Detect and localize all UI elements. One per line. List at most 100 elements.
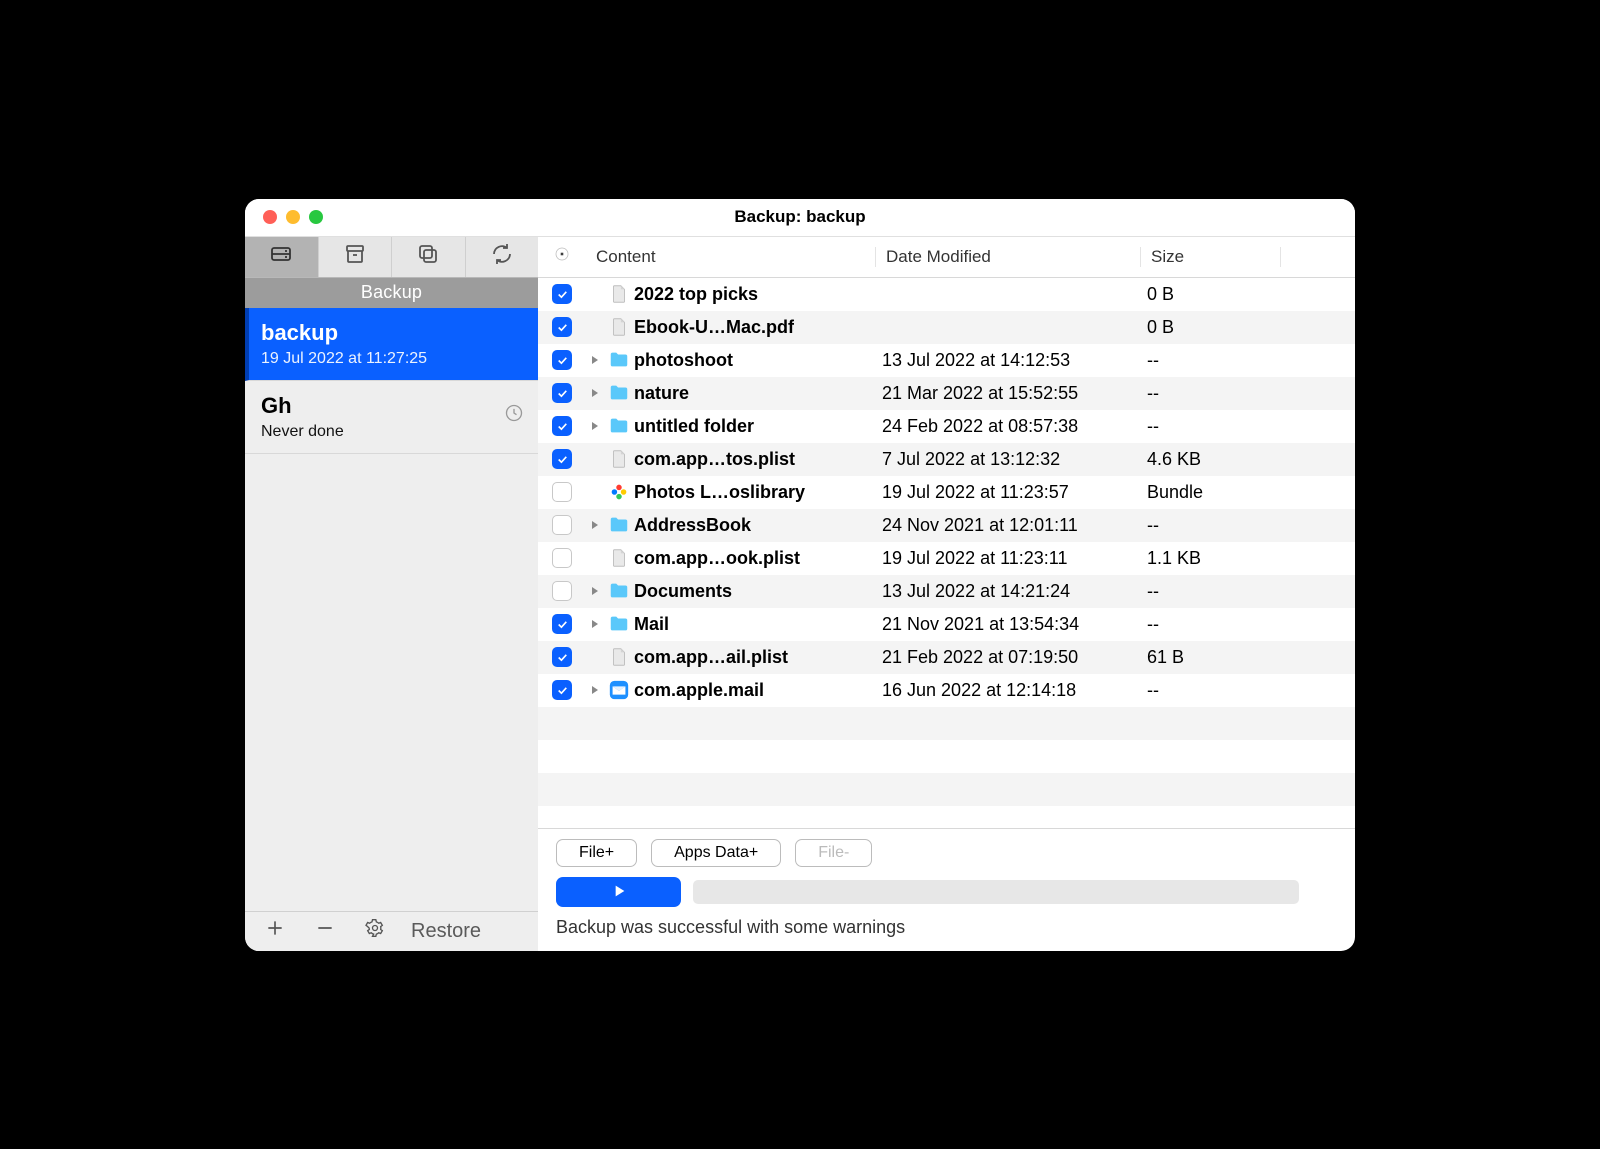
minus-icon [315, 918, 335, 944]
chevron-right-icon[interactable] [586, 619, 604, 629]
log-button[interactable] [1311, 879, 1337, 905]
row-date: 21 Mar 2022 at 15:52:55 [876, 383, 1141, 404]
drawer-icon [269, 242, 293, 272]
close-window-button[interactable] [263, 210, 277, 224]
row-name: Ebook-U…Mac.pdf [634, 317, 794, 338]
row-size: -- [1141, 614, 1281, 635]
chevron-right-icon[interactable] [586, 421, 604, 431]
progress-bar [693, 880, 1299, 904]
row-checkbox[interactable] [552, 383, 572, 403]
table-row[interactable]: Mail21 Nov 2021 at 13:54:34-- [538, 608, 1355, 641]
row-date: 19 Jul 2022 at 11:23:11 [876, 548, 1141, 569]
table-row[interactable]: Photos L…oslibrary19 Jul 2022 at 11:23:5… [538, 476, 1355, 509]
sidebar-item-name: backup [261, 320, 522, 346]
row-checkbox[interactable] [552, 317, 572, 337]
row-checkbox[interactable] [552, 449, 572, 469]
apps-data-plus-button[interactable]: Apps Data+ [651, 839, 781, 867]
sidebar-footer: Restore [245, 911, 538, 951]
row-name: nature [634, 383, 689, 404]
folder-icon [608, 349, 630, 371]
file-minus-button: File- [795, 839, 872, 867]
target-icon [553, 245, 571, 268]
table-row[interactable]: com.app…tos.plist7 Jul 2022 at 13:12:324… [538, 443, 1355, 476]
table-row[interactable]: Ebook-U…Mac.pdf 0 B [538, 311, 1355, 344]
file-icon [608, 316, 630, 338]
photos-icon [608, 481, 630, 503]
chevron-right-icon[interactable] [586, 355, 604, 365]
row-size: -- [1141, 581, 1281, 602]
content-footer: File+ Apps Data+ File- Backup was succes… [538, 828, 1355, 951]
content-pane: Content Date Modified Size 2022 top pick… [538, 237, 1355, 951]
table-row[interactable]: 2022 top picks 0 B [538, 278, 1355, 311]
table-row [538, 707, 1355, 740]
row-checkbox[interactable] [552, 581, 572, 601]
row-checkbox[interactable] [552, 680, 572, 700]
zoom-window-button[interactable] [309, 210, 323, 224]
restore-button[interactable]: Restore [411, 920, 481, 943]
column-size[interactable]: Size [1141, 247, 1281, 267]
sidebar-item[interactable]: GhNever done [245, 381, 538, 454]
tab-sync[interactable] [466, 237, 539, 277]
chevron-right-icon[interactable] [586, 520, 604, 530]
sidebar-item-subtitle: 19 Jul 2022 at 11:27:25 [261, 350, 522, 368]
folder-icon [608, 613, 630, 635]
table-row [538, 773, 1355, 806]
row-size: -- [1141, 416, 1281, 437]
mailapp-icon [608, 679, 630, 701]
file-plus-button[interactable]: File+ [556, 839, 637, 867]
table-row[interactable]: nature21 Mar 2022 at 15:52:55-- [538, 377, 1355, 410]
row-name: com.app…ail.plist [634, 647, 788, 668]
play-icon [611, 879, 627, 905]
settings-button[interactable] [355, 915, 395, 947]
row-size: 0 B [1141, 317, 1281, 338]
table-row[interactable]: com.app…ail.plist21 Feb 2022 at 07:19:50… [538, 641, 1355, 674]
row-name: AddressBook [634, 515, 751, 536]
row-checkbox[interactable] [552, 614, 572, 634]
titlebar: Backup: backup [245, 199, 1355, 237]
chevron-right-icon[interactable] [586, 586, 604, 596]
tab-archive[interactable] [319, 237, 393, 277]
add-button[interactable] [255, 915, 295, 947]
table-row[interactable]: photoshoot13 Jul 2022 at 14:12:53-- [538, 344, 1355, 377]
schedule-button[interactable] [1311, 915, 1337, 941]
sidebar-item[interactable]: backup 19 Jul 2022 at 11:27:25 [245, 308, 538, 381]
row-checkbox[interactable] [552, 416, 572, 436]
row-name: com.app…ook.plist [634, 548, 800, 569]
minimize-window-button[interactable] [286, 210, 300, 224]
column-date[interactable]: Date Modified [876, 247, 1141, 267]
row-size: -- [1141, 680, 1281, 701]
row-name: 2022 top picks [634, 284, 758, 305]
row-name: Documents [634, 581, 732, 602]
sidebar-item-subtitle: Never done [261, 423, 522, 441]
column-checkbox[interactable] [538, 245, 586, 268]
row-date: 24 Nov 2021 at 12:01:11 [876, 515, 1141, 536]
column-content[interactable]: Content [586, 247, 876, 267]
plus-icon [265, 918, 285, 944]
row-date: 19 Jul 2022 at 11:23:57 [876, 482, 1141, 503]
row-checkbox[interactable] [552, 482, 572, 502]
row-name: untitled folder [634, 416, 754, 437]
chevron-right-icon[interactable] [586, 388, 604, 398]
table-row[interactable]: Documents13 Jul 2022 at 14:21:24-- [538, 575, 1355, 608]
file-icon [608, 547, 630, 569]
row-size: 0 B [1141, 284, 1281, 305]
file-icon [608, 283, 630, 305]
table-row[interactable]: com.app…ook.plist 19 Jul 2022 at 11:23:11… [538, 542, 1355, 575]
table-row[interactable]: AddressBook24 Nov 2021 at 12:01:11-- [538, 509, 1355, 542]
row-checkbox[interactable] [552, 515, 572, 535]
tab-clone[interactable] [392, 237, 466, 277]
row-size: -- [1141, 350, 1281, 371]
row-checkbox[interactable] [552, 284, 572, 304]
row-checkbox[interactable] [552, 548, 572, 568]
remove-button[interactable] [305, 915, 345, 947]
row-checkbox[interactable] [552, 350, 572, 370]
table-row[interactable]: com.apple.mail16 Jun 2022 at 12:14:18-- [538, 674, 1355, 707]
gear-icon [365, 918, 385, 944]
table-row[interactable]: untitled folder24 Feb 2022 at 08:57:38-- [538, 410, 1355, 443]
chevron-right-icon[interactable] [586, 685, 604, 695]
copy-icon [416, 242, 440, 272]
status-text: Backup was successful with some warnings [556, 917, 905, 938]
run-button[interactable] [556, 877, 681, 907]
tab-backup-sets[interactable] [245, 237, 319, 277]
row-checkbox[interactable] [552, 647, 572, 667]
